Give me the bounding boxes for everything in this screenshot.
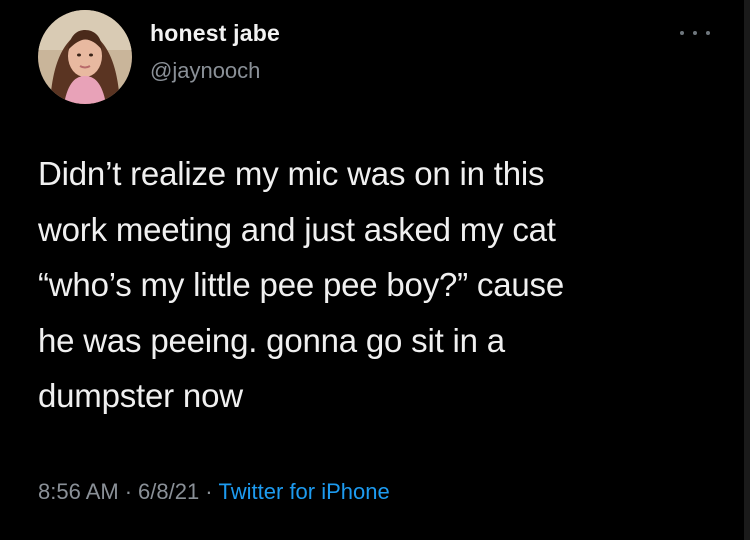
avatar[interactable] xyxy=(38,10,132,104)
tweet-text-line: work meeting and just asked my cat xyxy=(38,210,556,248)
more-dot xyxy=(680,31,684,35)
tweet-time[interactable]: 8:56 AM xyxy=(38,479,119,504)
tweet-source-link[interactable]: Twitter for iPhone xyxy=(219,479,390,504)
separator-dot: · xyxy=(124,479,133,504)
tweet-text-line: Didn’t realize my mic was on in this xyxy=(38,155,545,192)
scrollbar-track xyxy=(744,0,750,540)
tweet-metadata: 8:56 AM · 6/8/21 · Twitter for iPhone xyxy=(38,479,390,505)
user-handle[interactable]: @jaynooch xyxy=(150,58,260,84)
more-dot xyxy=(693,31,697,35)
more-dot xyxy=(706,31,710,35)
more-options-icon[interactable] xyxy=(680,26,710,40)
avatar-photo-icon xyxy=(38,10,132,104)
tweet-text-line: “who’s my little pee pee boy?” cause xyxy=(38,266,564,303)
tweet-date[interactable]: 6/8/21 xyxy=(138,479,199,504)
tweet-card: honest jabe @jaynooch Didn’t realize my … xyxy=(0,0,750,540)
display-name[interactable]: honest jabe xyxy=(150,20,280,47)
tweet-text-line: dumpster now xyxy=(38,377,243,414)
tweet-text: Didn’t realize my mic was on in this wor… xyxy=(38,146,718,424)
tweet-text-line: he was peeing. gonna go sit in a xyxy=(38,321,505,359)
separator-dot: · xyxy=(205,479,213,504)
